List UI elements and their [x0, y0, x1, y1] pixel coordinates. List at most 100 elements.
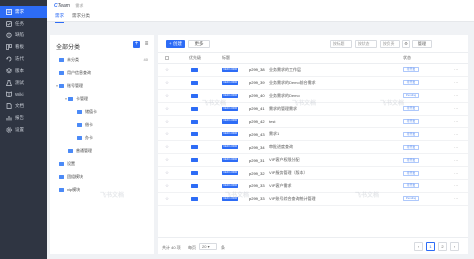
requirement-id[interactable]: p299_33: [249, 193, 267, 205]
create-button[interactable]: + 创建: [166, 40, 185, 48]
header-priority[interactable]: 优先级: [189, 53, 209, 63]
status-badge[interactable]: Pending: [403, 90, 423, 102]
status-badge[interactable]: 待开发: [403, 116, 423, 128]
star-icon[interactable]: ☆: [165, 103, 171, 115]
nav-item-version[interactable]: 版本: [0, 65, 47, 77]
tree-node[interactable]: 用户信息查询: [50, 66, 154, 79]
status-badge[interactable]: 待开发: [403, 180, 423, 192]
star-icon[interactable]: ☆: [165, 128, 171, 140]
requirement-title[interactable]: 业务需求的Demo前台需求: [269, 77, 389, 89]
requirement-title[interactable]: VIP客户需求: [269, 180, 389, 192]
requirement-title[interactable]: VIP账号综合查询统计管理: [269, 193, 389, 205]
status-badge[interactable]: 待开发: [403, 103, 423, 115]
requirement-id[interactable]: p299_31: [249, 154, 267, 166]
row-menu-icon[interactable]: ⋯: [454, 103, 460, 115]
requirement-id[interactable]: p299_40: [249, 90, 267, 102]
page-size-select[interactable]: 20 ▾: [199, 243, 217, 250]
row-menu-icon[interactable]: ⋯: [454, 90, 460, 102]
page-2-button[interactable]: 2: [438, 242, 447, 251]
requirement-id[interactable]: p299_39: [249, 77, 267, 89]
row-menu-icon[interactable]: ⋯: [454, 128, 460, 140]
tree-node[interactable]: 设置: [50, 157, 154, 170]
nav-item-bug[interactable]: 缺陷: [0, 30, 47, 42]
row-menu-icon[interactable]: ⋯: [454, 193, 460, 205]
requirement-id[interactable]: p299_38: [249, 64, 267, 76]
requirement-title[interactable]: 审批进度查询: [269, 141, 389, 153]
status-badge[interactable]: 待开发: [403, 154, 423, 166]
requirement-id[interactable]: p299_32: [249, 167, 267, 179]
tree-node[interactable]: 团组模块: [50, 170, 154, 183]
table-row[interactable]: ☆ CEFO-0000 p299_40 业务需求的Demo Pending ⋯: [158, 90, 468, 103]
requirement-id[interactable]: p299_41: [249, 103, 267, 115]
requirement-title[interactable]: 需求的管理需求: [269, 103, 389, 115]
prev-page-button[interactable]: ‹: [414, 242, 423, 251]
settings-icon-button[interactable]: ⚙: [402, 40, 410, 48]
requirement-title[interactable]: test: [269, 116, 389, 128]
requirement-id[interactable]: p299_43: [249, 128, 267, 140]
status-badge[interactable]: Pending: [403, 193, 423, 205]
star-icon[interactable]: ☆: [165, 167, 171, 179]
table-row[interactable]: ☆ CEFO-0000 p299_43 需求1 待开发 ⋯: [158, 128, 468, 142]
table-row[interactable]: ☆ CEFO-0000 p299_33 VIP账号综合查询统计管理 Pending ⋯: [158, 193, 468, 206]
more-button[interactable]: 更多: [188, 40, 210, 48]
category-menu-button[interactable]: ≡: [143, 41, 150, 48]
status-badge[interactable]: 待开发: [403, 167, 423, 179]
row-menu-icon[interactable]: ⋯: [454, 180, 460, 192]
requirement-title[interactable]: VIP客户权限分配: [269, 154, 389, 166]
tab-requirements[interactable]: 需求: [55, 13, 64, 23]
table-row[interactable]: ☆ CEFO-0000 p299_38 业务需求的工作层 待开发 ⋯: [158, 64, 468, 77]
star-icon[interactable]: ☆: [165, 154, 171, 166]
tree-node[interactable]: 普通管理: [50, 144, 154, 157]
table-row[interactable]: ☆ CEFO-0000 p299_33 VIP客户需求 待开发 ⋯: [158, 180, 468, 193]
star-icon[interactable]: ☆: [165, 193, 171, 205]
row-menu-icon[interactable]: ⋯: [454, 141, 460, 153]
row-menu-icon[interactable]: ⋯: [454, 77, 460, 89]
status-badge[interactable]: 待开发: [403, 128, 423, 140]
row-menu-icon[interactable]: ⋯: [454, 64, 460, 76]
status-badge[interactable]: 待开发: [403, 77, 423, 89]
manage-button[interactable]: 管理: [412, 40, 432, 48]
nav-item-task[interactable]: 任务: [0, 18, 47, 30]
requirement-title[interactable]: 业务需求的Demo: [269, 90, 389, 102]
next-page-button[interactable]: ›: [450, 242, 459, 251]
tree-node[interactable]: 储值卡: [50, 105, 154, 118]
requirement-id[interactable]: p299_33: [249, 180, 267, 192]
requirement-title[interactable]: VIP服务管理（版本）: [269, 167, 389, 179]
filter-status[interactable]: 按状态: [355, 40, 377, 48]
tree-node[interactable]: ▾ 账号管理: [50, 79, 154, 92]
table-row[interactable]: ☆ CEFO-0000 p299_39 业务需求的Demo前台需求 待开发 ⋯: [158, 77, 468, 90]
add-category-button[interactable]: +: [133, 41, 140, 48]
nav-item-report[interactable]: 报告: [0, 112, 47, 124]
tab-requirement-categories[interactable]: 需求分类: [72, 13, 90, 23]
filter-title[interactable]: 按标题: [330, 40, 352, 48]
row-menu-icon[interactable]: ⋯: [454, 116, 460, 128]
star-icon[interactable]: ☆: [165, 77, 171, 89]
star-icon[interactable]: ☆: [165, 180, 171, 192]
table-row[interactable]: ☆ CEFO-0000 p299_32 VIP服务管理（版本） 待开发 ⋯: [158, 167, 468, 181]
nav-item-iteration[interactable]: 迭代: [0, 53, 47, 65]
tree-node[interactable]: 借卡: [50, 118, 154, 131]
page-1-button[interactable]: 1: [426, 242, 435, 251]
status-badge[interactable]: 待开发: [403, 141, 423, 153]
filter-owner[interactable]: 按负责: [380, 40, 400, 48]
requirement-id[interactable]: p299_34: [249, 141, 267, 153]
requirement-title[interactable]: 需求1: [269, 128, 389, 140]
star-icon[interactable]: ☆: [165, 141, 171, 153]
requirement-title[interactable]: 业务需求的工作层: [269, 64, 389, 76]
table-row[interactable]: ☆ CEFO-0000 p299_34 审批进度查询 待开发 ⋯: [158, 141, 468, 155]
table-row[interactable]: ☆ CEFO-0000 p299_31 VIP客户权限分配 待开发 ⋯: [158, 154, 468, 168]
nav-item-requirement[interactable]: 需求: [0, 6, 47, 18]
row-menu-icon[interactable]: ⋯: [454, 167, 460, 179]
logo[interactable]: CTeam 需求: [54, 3, 83, 9]
header-title[interactable]: 标题: [222, 53, 262, 63]
nav-item-settings[interactable]: 设置: [0, 124, 47, 136]
star-icon[interactable]: ☆: [165, 116, 171, 128]
star-icon[interactable]: ☆: [165, 90, 171, 102]
tree-node[interactable]: ▾ 卡管理: [50, 92, 154, 105]
header-checkbox[interactable]: [165, 53, 171, 63]
nav-item-wiki[interactable]: Wiki: [0, 89, 47, 101]
row-menu-icon[interactable]: ⋯: [454, 154, 460, 166]
table-row[interactable]: ☆ CEFO-0000 p299_41 需求的管理需求 待开发 ⋯: [158, 103, 468, 116]
nav-item-document[interactable]: 文档: [0, 100, 47, 112]
star-icon[interactable]: ☆: [165, 64, 171, 76]
